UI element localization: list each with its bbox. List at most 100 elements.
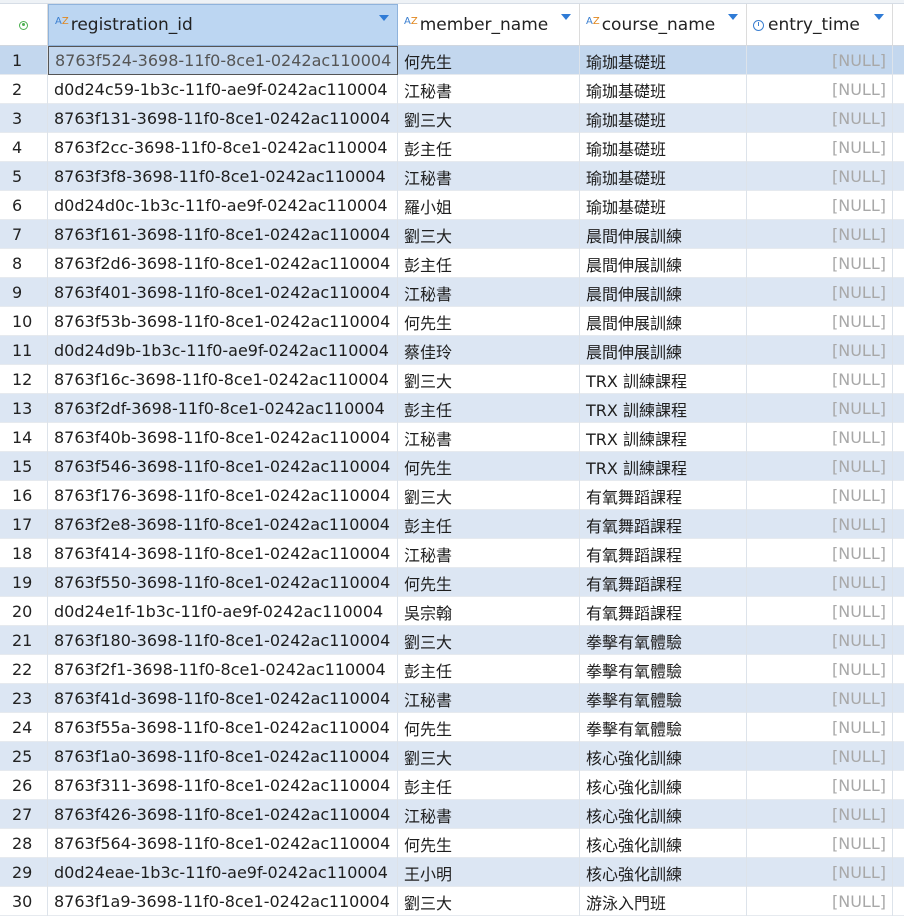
row-number[interactable]: 13 xyxy=(0,394,48,423)
cell-entry-time[interactable]: [NULL] xyxy=(747,220,893,249)
cell-registration-id[interactable]: 8763f53b-3698-11f0-8ce1-0242ac110004 xyxy=(48,307,398,336)
table-row[interactable]: 22 8763f2f1-3698-11f0-8ce1-0242ac110004 彭主… xyxy=(0,655,904,684)
table-row[interactable]: 14 8763f40b-3698-11f0-8ce1-0242ac110004 江秘… xyxy=(0,423,904,452)
row-number[interactable]: 24 xyxy=(0,713,48,742)
cell-entry-time[interactable]: [NULL] xyxy=(747,887,893,916)
row-number[interactable]: 22 xyxy=(0,655,48,684)
table-row[interactable]: 11 d0d24d9b-1b3c-11f0-ae9f-0242ac110004 蔡佳… xyxy=(0,336,904,365)
cell-member-name[interactable]: 江秘書 xyxy=(398,278,580,307)
cell-member-name[interactable]: 劉三大 xyxy=(398,481,580,510)
cell-course-name[interactable]: 瑜珈基礎班 xyxy=(580,191,747,220)
cell-course-name[interactable]: 晨間伸展訓練 xyxy=(580,220,747,249)
sort-dropdown-icon[interactable] xyxy=(728,14,738,20)
cell-registration-id[interactable]: 8763f161-3698-11f0-8ce1-0242ac110004 xyxy=(48,220,398,249)
cell-entry-time[interactable]: [NULL] xyxy=(747,655,893,684)
row-number[interactable]: 11 xyxy=(0,336,48,365)
cell-member-name[interactable]: 江秘書 xyxy=(398,162,580,191)
cell-course-name[interactable]: 核心強化訓練 xyxy=(580,858,747,887)
cell-entry-time[interactable]: [NULL] xyxy=(747,510,893,539)
cell-entry-time[interactable]: [NULL] xyxy=(747,133,893,162)
row-number[interactable]: 14 xyxy=(0,423,48,452)
row-number[interactable]: 27 xyxy=(0,800,48,829)
cell-registration-id[interactable]: d0d24e1f-1b3c-11f0-ae9f-0242ac110004 xyxy=(48,597,398,626)
cell-registration-id[interactable]: 8763f414-3698-11f0-8ce1-0242ac110004 xyxy=(48,539,398,568)
table-row[interactable]: 2 d0d24c59-1b3c-11f0-ae9f-0242ac110004 江秘書… xyxy=(0,75,904,104)
cell-member-name[interactable]: 羅小姐 xyxy=(398,191,580,220)
cell-member-name[interactable]: 江秘書 xyxy=(398,684,580,713)
cell-entry-time[interactable]: [NULL] xyxy=(747,104,893,133)
cell-course-name[interactable]: 有氧舞蹈課程 xyxy=(580,597,747,626)
cell-entry-time[interactable]: [NULL] xyxy=(747,191,893,220)
cell-course-name[interactable]: 晨間伸展訓練 xyxy=(580,249,747,278)
cell-course-name[interactable]: 拳擊有氧體驗 xyxy=(580,684,747,713)
cell-entry-time[interactable]: [NULL] xyxy=(747,394,893,423)
row-number[interactable]: 26 xyxy=(0,771,48,800)
row-number[interactable]: 18 xyxy=(0,539,48,568)
row-number[interactable]: 15 xyxy=(0,452,48,481)
cell-member-name[interactable]: 彭主任 xyxy=(398,133,580,162)
table-row[interactable]: 10 8763f53b-3698-11f0-8ce1-0242ac110004 何先… xyxy=(0,307,904,336)
column-header-course-name[interactable]: AZ course_name xyxy=(580,4,747,46)
cell-registration-id[interactable]: d0d24d0c-1b3c-11f0-ae9f-0242ac110004 xyxy=(48,191,398,220)
cell-entry-time[interactable]: [NULL] xyxy=(747,626,893,655)
cell-entry-time[interactable]: [NULL] xyxy=(747,307,893,336)
cell-registration-id[interactable]: 8763f131-3698-11f0-8ce1-0242ac110004 xyxy=(48,104,398,133)
row-number[interactable]: 17 xyxy=(0,510,48,539)
table-row[interactable]: 29 d0d24eae-1b3c-11f0-ae9f-0242ac110004 王小… xyxy=(0,858,904,887)
cell-registration-id[interactable]: 8763f546-3698-11f0-8ce1-0242ac110004 xyxy=(48,452,398,481)
cell-registration-id[interactable]: d0d24c59-1b3c-11f0-ae9f-0242ac110004 xyxy=(48,75,398,104)
cell-member-name[interactable]: 何先生 xyxy=(398,713,580,742)
table-row[interactable]: 1 8763f524-3698-11f0-8ce1-0242ac110004 何先生… xyxy=(0,46,904,75)
row-number[interactable]: 12 xyxy=(0,365,48,394)
column-header-registration-id[interactable]: AZ registration_id xyxy=(48,4,398,46)
cell-course-name[interactable]: 有氧舞蹈課程 xyxy=(580,481,747,510)
cell-registration-id[interactable]: 8763f41d-3698-11f0-8ce1-0242ac110004 xyxy=(48,684,398,713)
cell-entry-time[interactable]: [NULL] xyxy=(747,336,893,365)
cell-course-name[interactable]: 核心強化訓練 xyxy=(580,800,747,829)
table-row[interactable]: 7 8763f161-3698-11f0-8ce1-0242ac110004 劉三大… xyxy=(0,220,904,249)
cell-registration-id[interactable]: 8763f2cc-3698-11f0-8ce1-0242ac110004 xyxy=(48,133,398,162)
cell-entry-time[interactable]: [NULL] xyxy=(747,46,893,75)
results-grid[interactable]: AZ registration_id AZ member_name AZ cou… xyxy=(0,4,904,916)
cell-course-name[interactable]: 拳擊有氧體驗 xyxy=(580,655,747,684)
row-number[interactable]: 20 xyxy=(0,597,48,626)
cell-member-name[interactable]: 彭主任 xyxy=(398,394,580,423)
cell-registration-id[interactable]: 8763f3f8-3698-11f0-8ce1-0242ac110004 xyxy=(48,162,398,191)
cell-registration-id[interactable]: 8763f2f1-3698-11f0-8ce1-0242ac110004 xyxy=(48,655,398,684)
cell-registration-id[interactable]: 8763f1a9-3698-11f0-8ce1-0242ac110004 xyxy=(48,887,398,916)
cell-course-name[interactable]: 晨間伸展訓練 xyxy=(580,278,747,307)
cell-course-name[interactable]: TRX 訓練課程 xyxy=(580,365,747,394)
cell-course-name[interactable]: 有氧舞蹈課程 xyxy=(580,568,747,597)
cell-course-name[interactable]: 拳擊有氧體驗 xyxy=(580,713,747,742)
cell-member-name[interactable]: 何先生 xyxy=(398,307,580,336)
cell-course-name[interactable]: 游泳入門班 xyxy=(580,887,747,916)
cell-entry-time[interactable]: [NULL] xyxy=(747,539,893,568)
sort-dropdown-icon[interactable] xyxy=(379,15,389,21)
cell-entry-time[interactable]: [NULL] xyxy=(747,365,893,394)
cell-member-name[interactable]: 何先生 xyxy=(398,46,580,75)
cell-course-name[interactable]: 瑜珈基礎班 xyxy=(580,133,747,162)
cell-registration-id[interactable]: d0d24d9b-1b3c-11f0-ae9f-0242ac110004 xyxy=(48,336,398,365)
cell-member-name[interactable]: 何先生 xyxy=(398,452,580,481)
cell-entry-time[interactable]: [NULL] xyxy=(747,278,893,307)
table-row[interactable]: 4 8763f2cc-3698-11f0-8ce1-0242ac110004 彭主任… xyxy=(0,133,904,162)
cell-course-name[interactable]: 有氧舞蹈課程 xyxy=(580,510,747,539)
cell-entry-time[interactable]: [NULL] xyxy=(747,742,893,771)
table-row[interactable]: 30 8763f1a9-3698-11f0-8ce1-0242ac110004 劉三… xyxy=(0,887,904,916)
row-number[interactable]: 29 xyxy=(0,858,48,887)
table-row[interactable]: 20 d0d24e1f-1b3c-11f0-ae9f-0242ac110004 吳宗… xyxy=(0,597,904,626)
cell-course-name[interactable]: 晨間伸展訓練 xyxy=(580,307,747,336)
table-row[interactable]: 26 8763f311-3698-11f0-8ce1-0242ac110004 彭主… xyxy=(0,771,904,800)
table-row[interactable]: 28 8763f564-3698-11f0-8ce1-0242ac110004 何先… xyxy=(0,829,904,858)
table-row[interactable]: 27 8763f426-3698-11f0-8ce1-0242ac110004 江秘… xyxy=(0,800,904,829)
row-number[interactable]: 16 xyxy=(0,481,48,510)
cell-member-name[interactable]: 江秘書 xyxy=(398,539,580,568)
select-all-corner[interactable] xyxy=(0,4,48,46)
cell-registration-id[interactable]: 8763f2d6-3698-11f0-8ce1-0242ac110004 xyxy=(48,249,398,278)
table-row[interactable]: 6 d0d24d0c-1b3c-11f0-ae9f-0242ac110004 羅小姐… xyxy=(0,191,904,220)
cell-registration-id[interactable]: 8763f176-3698-11f0-8ce1-0242ac110004 xyxy=(48,481,398,510)
cell-entry-time[interactable]: [NULL] xyxy=(747,858,893,887)
cell-registration-id[interactable]: 8763f1a0-3698-11f0-8ce1-0242ac110004 xyxy=(48,742,398,771)
column-header-entry-time[interactable]: entry_time xyxy=(747,4,893,46)
row-number[interactable]: 10 xyxy=(0,307,48,336)
